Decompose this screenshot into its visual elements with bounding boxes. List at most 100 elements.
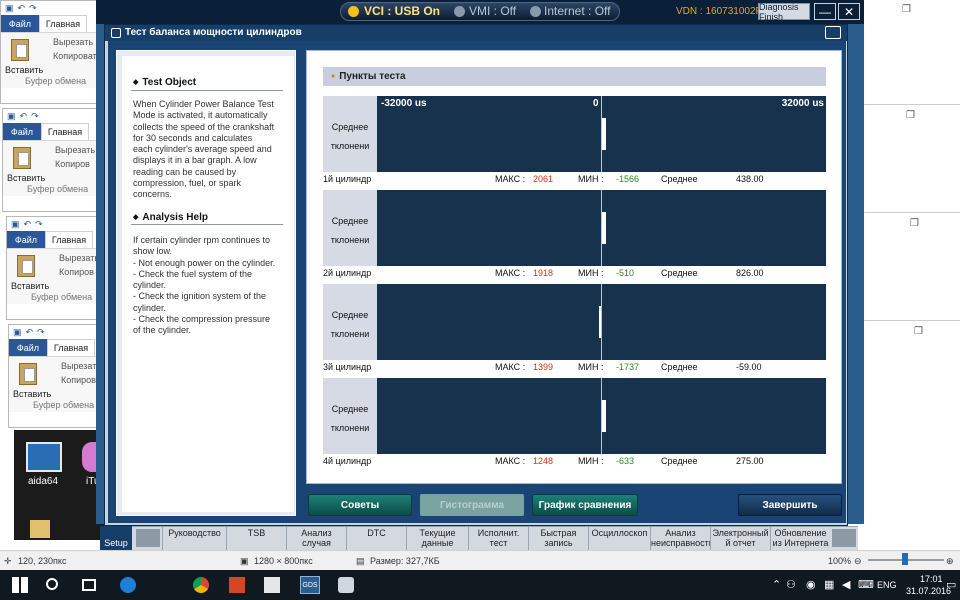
save-icon[interactable]: ▣: [7, 111, 16, 122]
min-label: МИН :: [578, 456, 604, 466]
max-label: МАКС :: [495, 268, 526, 278]
paste-icon[interactable]: [19, 363, 37, 385]
undo-icon[interactable]: ↶: [20, 111, 28, 122]
zoom-out-icon[interactable]: ⊖: [854, 556, 862, 567]
nav-right-arrow-icon[interactable]: [832, 529, 856, 547]
notifications-icon[interactable]: ▭: [946, 578, 956, 591]
network-icon[interactable]: ▦: [824, 578, 834, 591]
diagnosis-finish-button[interactable]: Diagnosis Finish: [758, 2, 810, 22]
redo-icon[interactable]: ↷: [37, 327, 45, 338]
minimize-button[interactable]: —: [814, 3, 836, 20]
finish-button[interactable]: Завершить: [738, 494, 842, 516]
redo-icon[interactable]: ↷: [31, 111, 39, 122]
undo-icon[interactable]: ↶: [24, 219, 32, 230]
screenshot-icon[interactable]: [825, 26, 841, 39]
desktop-file-icon[interactable]: [30, 520, 50, 538]
cursor-position: 120, 230пкс: [18, 556, 67, 566]
tab-home[interactable]: Главная: [47, 339, 95, 356]
clock-date[interactable]: 31.07.2016: [906, 586, 951, 596]
tab-file[interactable]: Файл: [9, 339, 47, 356]
edge-icon[interactable]: [120, 577, 136, 593]
clock-time[interactable]: 17:01: [920, 574, 943, 584]
language-indicator[interactable]: ENG: [877, 580, 897, 590]
gds-taskbar-icon[interactable]: GDS: [300, 576, 320, 594]
powerpoint-icon[interactable]: [229, 577, 245, 593]
nav-item[interactable]: Исполнит. тест: [468, 526, 528, 550]
tab-home[interactable]: Главная: [41, 123, 89, 140]
row-label-line2: тклонени: [330, 235, 370, 245]
tab-file[interactable]: Файл: [1, 15, 39, 32]
undo-icon[interactable]: ↶: [26, 327, 34, 338]
tab-home[interactable]: Главная: [39, 15, 87, 32]
aida64-icon[interactable]: [26, 442, 62, 472]
cylinder-row-label: Среднее тклонени: [323, 378, 377, 454]
copy-button[interactable]: Копиров: [55, 159, 90, 169]
redo-icon[interactable]: ↷: [35, 219, 43, 230]
yandex-icon[interactable]: [264, 577, 280, 593]
comparison-graph-button[interactable]: График сравнения: [532, 494, 638, 516]
cut-button[interactable]: Вырезать: [55, 145, 95, 155]
clipboard-group-label: Буфер обмена: [31, 292, 93, 302]
zoom-slider-thumb[interactable]: [902, 553, 908, 565]
undo-icon[interactable]: ↶: [18, 3, 26, 14]
nav-item[interactable]: Анализ неисправности: [650, 526, 710, 550]
zoom-level: 100%: [828, 556, 852, 566]
save-icon[interactable]: ▣: [11, 219, 20, 230]
restore-icon[interactable]: ❐: [906, 110, 915, 121]
paste-icon[interactable]: [13, 147, 31, 169]
copy-button[interactable]: Копировать: [53, 51, 99, 61]
nav-item[interactable]: TSB: [226, 526, 286, 550]
tray-app-icon[interactable]: ◉: [806, 578, 816, 591]
setup-button[interactable]: Setup: [100, 526, 132, 550]
nav-item[interactable]: Осциллоскоп: [588, 526, 650, 550]
vci-led-icon: [348, 6, 359, 17]
people-icon[interactable]: ⚇: [786, 578, 796, 591]
tab-home[interactable]: Главная: [45, 231, 93, 248]
divider: [131, 224, 283, 225]
cylinder-row-label: Среднее тклонени: [323, 96, 377, 172]
paste-label: Вставить: [13, 389, 52, 399]
nav-item[interactable]: Анализ случая: [286, 526, 346, 550]
average-value: 438.00: [736, 174, 764, 184]
close-button[interactable]: ✕: [838, 3, 860, 20]
cylinder-bar-graph: [377, 190, 826, 266]
save-icon[interactable]: ▣: [13, 327, 22, 338]
redo-icon[interactable]: ↷: [29, 3, 37, 14]
copy-button[interactable]: Копиров: [59, 267, 94, 277]
cursor-icon: ✛: [4, 556, 12, 566]
tray-chevron-icon[interactable]: ⌃: [772, 578, 781, 591]
vmi-led-icon: [454, 6, 465, 17]
nav-item[interactable]: Руководство: [162, 526, 226, 550]
paste-icon[interactable]: [17, 255, 35, 277]
image-viewer-icon[interactable]: [338, 577, 354, 593]
axis-min-label: -32000 us: [381, 98, 427, 109]
keyboard-icon[interactable]: ⌨: [858, 578, 874, 591]
search-icon[interactable]: [46, 578, 58, 590]
nav-item[interactable]: Электронный й отчет: [710, 526, 770, 550]
windows-start-icon[interactable]: [12, 577, 28, 593]
restore-icon[interactable]: ❐: [910, 218, 919, 229]
restore-icon[interactable]: ❐: [902, 4, 911, 15]
nav-item[interactable]: Быстрая запись: [528, 526, 588, 550]
nav-left-arrow-icon[interactable]: [136, 529, 160, 547]
task-view-icon[interactable]: [82, 579, 96, 591]
test-object-heading: Test Object: [133, 77, 196, 88]
nav-item[interactable]: DTC: [346, 526, 406, 550]
zoom-in-icon[interactable]: ⊕: [946, 556, 954, 567]
chrome-icon[interactable]: [193, 577, 209, 593]
nav-item[interactable]: Обновление из Интернета: [770, 526, 830, 550]
min-value: -510: [616, 268, 635, 278]
cut-button[interactable]: Вырезать: [59, 253, 99, 263]
tab-file[interactable]: Файл: [7, 231, 45, 248]
desktop-area: aida64 iTu: [14, 430, 104, 540]
restore-icon[interactable]: ❐: [914, 326, 923, 337]
volume-icon[interactable]: ◀: [842, 578, 850, 591]
row-label-line1: Среднее: [331, 122, 369, 132]
cut-button[interactable]: Вырезать: [53, 37, 93, 47]
nav-item[interactable]: Текущие данные: [406, 526, 468, 550]
tab-file[interactable]: Файл: [3, 123, 41, 140]
copy-button[interactable]: Копиров: [61, 375, 96, 385]
save-icon[interactable]: ▣: [5, 3, 14, 14]
tips-button[interactable]: Советы: [308, 494, 412, 516]
paste-icon[interactable]: [11, 39, 29, 61]
